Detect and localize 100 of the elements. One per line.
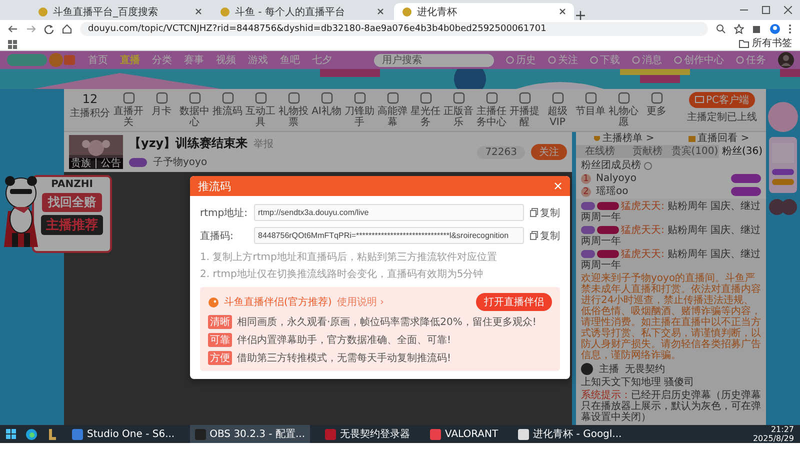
- clock-date: 2025/8/29: [752, 434, 794, 443]
- help-link[interactable]: 使用说明 ›: [336, 295, 384, 309]
- chat-tab[interactable]: 贡献榜: [624, 145, 671, 158]
- input-field[interactable]: 8448756rQOt6MmFTqPRi=******************************l&sroirecognition: [254, 227, 524, 244]
- chat-message: 猛虎天天: 贴粉周年 国庆、继过两周一年: [581, 249, 761, 271]
- tool-icon: [156, 92, 168, 104]
- copy-button[interactable]: 复制: [530, 206, 560, 220]
- tool-item[interactable]: 推流码: [211, 92, 244, 117]
- tool-item[interactable]: AI礼物: [310, 92, 343, 117]
- reload-icon[interactable]: [44, 24, 54, 34]
- home-icon[interactable]: [62, 24, 72, 34]
- browser-icon[interactable]: [26, 428, 37, 440]
- menu-icon[interactable]: [788, 24, 792, 34]
- close-icon[interactable]: [784, 6, 792, 14]
- dialog-title: 推流码: [198, 178, 231, 194]
- tool-item[interactable]: 互动工具: [244, 92, 277, 128]
- taskbar-app[interactable]: VALORANT: [425, 425, 504, 443]
- tool-item[interactable]: 直播开关: [112, 92, 145, 128]
- fan-name: Nalyoyo: [596, 173, 636, 184]
- app-icon: [518, 428, 530, 440]
- close-icon[interactable]: [559, 8, 566, 15]
- copy-icon: [530, 231, 538, 240]
- nav-item[interactable]: 游戏: [248, 53, 268, 67]
- tool-icon: [320, 92, 332, 104]
- back-icon[interactable]: [8, 24, 18, 34]
- tool-item[interactable]: 正版音乐: [442, 92, 475, 128]
- plus-icon[interactable]: [576, 11, 585, 20]
- open-app-button[interactable]: 打开直播伴侣: [476, 293, 552, 311]
- taskbar-app[interactable]: OBS 30.2.3 - 配置...: [190, 425, 310, 443]
- app-icon: [325, 428, 336, 440]
- circle-icon: [632, 56, 640, 64]
- avatar-icon[interactable]: [778, 52, 794, 68]
- follow-button[interactable]: 关注: [531, 144, 567, 160]
- search-field[interactable]: 用户搜索: [374, 54, 494, 66]
- tool-item[interactable]: 开播提醒: [508, 92, 541, 128]
- tool-item[interactable]: 主播任务中心: [475, 92, 508, 128]
- taskbar-app[interactable]: 进化青杯 - Googl...: [513, 425, 627, 443]
- nav-item[interactable]: 分类: [152, 53, 172, 67]
- tool-icon: [618, 92, 630, 104]
- chat-link[interactable]: 直播回看 >: [698, 133, 750, 144]
- browser-tab[interactable]: 斗鱼直播平台_百度搜索: [30, 3, 210, 20]
- promo-heading: 斗鱼直播伴侣(官方推荐): [224, 296, 332, 309]
- level-badge: [129, 158, 147, 166]
- tool-icon: [518, 92, 530, 104]
- taskbar-app[interactable]: Studio One - S6...: [67, 425, 180, 443]
- feature-tag: 方便: [208, 351, 232, 365]
- tool-item[interactable]: 礼物投票: [277, 92, 310, 128]
- promo-title: 找回全赔: [42, 193, 102, 212]
- taskbar-app[interactable]: 无畏契约登录器: [320, 425, 415, 443]
- windows-icon[interactable]: [6, 429, 16, 439]
- chat-tab[interactable]: 贵宾(100): [671, 145, 718, 158]
- tool-item[interactable]: 星光任务: [409, 92, 442, 128]
- tool-icon: [420, 92, 432, 104]
- game-icon[interactable]: [47, 428, 57, 440]
- tool-item[interactable]: 刀锋助手: [343, 92, 376, 128]
- close-icon[interactable]: [195, 8, 202, 15]
- input-field[interactable]: rtmp://sendtx3a.douyu.com/live: [254, 204, 524, 221]
- bookmarks-link[interactable]: 所有书签: [752, 38, 792, 50]
- tool-item[interactable]: 月卡: [145, 92, 178, 117]
- promo-subtitle: 主播推荐: [41, 215, 103, 235]
- client-button[interactable]: PC客户端: [688, 92, 755, 108]
- profile-icon[interactable]: [770, 24, 780, 34]
- chat-tab[interactable]: 粉丝(36): [718, 145, 766, 158]
- tool-item[interactable]: 更多: [640, 92, 673, 117]
- anchor-signature: 上知天文下知地理 骚傻司: [581, 377, 696, 388]
- tool-icon: [354, 92, 366, 104]
- maximize-icon[interactable]: [762, 6, 770, 14]
- tool-icon: [122, 92, 134, 104]
- anchor-role: 主播: [599, 364, 619, 374]
- copy-button[interactable]: 复制: [530, 228, 560, 242]
- browser-tab[interactable]: 斗鱼 - 每个人的直播平台: [212, 3, 392, 20]
- nav-action[interactable]: 历史: [506, 53, 536, 67]
- circle-icon: [590, 56, 598, 64]
- tool-item[interactable]: 高能弹幕: [376, 92, 409, 128]
- score-label: 主播积分: [70, 106, 110, 120]
- tool-item[interactable]: 节目单: [574, 92, 607, 117]
- fan-list-title: 粉丝团成员榜: [581, 160, 641, 171]
- zoom-icon[interactable]: [716, 24, 726, 34]
- help-icon: [644, 162, 652, 170]
- feature-tag: 可靠: [208, 333, 232, 347]
- tool-item[interactable]: 礼物心愿: [607, 92, 640, 128]
- nav-action[interactable]: 下载: [590, 53, 620, 67]
- browser-tab[interactable]: 进化青杯: [394, 3, 574, 20]
- tool-item[interactable]: 超级VIP: [541, 92, 574, 128]
- chat-tab[interactable]: 在线榜: [576, 145, 624, 158]
- chat-message: 猛虎天天: 贴粉周年 国庆、继过两周一年: [581, 225, 761, 247]
- fish-icon: [208, 296, 219, 308]
- chat-link[interactable]: 主播榜单 >: [602, 133, 654, 144]
- close-icon[interactable]: [377, 8, 384, 15]
- report-link[interactable]: 举报: [254, 136, 274, 150]
- star-icon[interactable]: [734, 24, 744, 34]
- nav-item[interactable]: 视频: [216, 53, 236, 67]
- rank-number: 2: [581, 186, 591, 196]
- nav-action[interactable]: 消息: [632, 53, 662, 67]
- feature-text: 相同画质，永久观看·原画，帧位码率需求降低20%，留住更多观众!: [237, 316, 536, 329]
- stream-title: 【yzy】训练赛结束来: [129, 135, 248, 152]
- address-field[interactable]: douyu.com/topic/VCTCNJHZ?rid=8448756&dyshid=db32180-8ae9a076e4b3b4b0bed2592500061701: [80, 22, 708, 36]
- apps-icon[interactable]: [8, 40, 17, 48]
- nav-action[interactable]: 任务: [736, 53, 766, 67]
- tool-item[interactable]: 数据中心: [178, 92, 211, 128]
